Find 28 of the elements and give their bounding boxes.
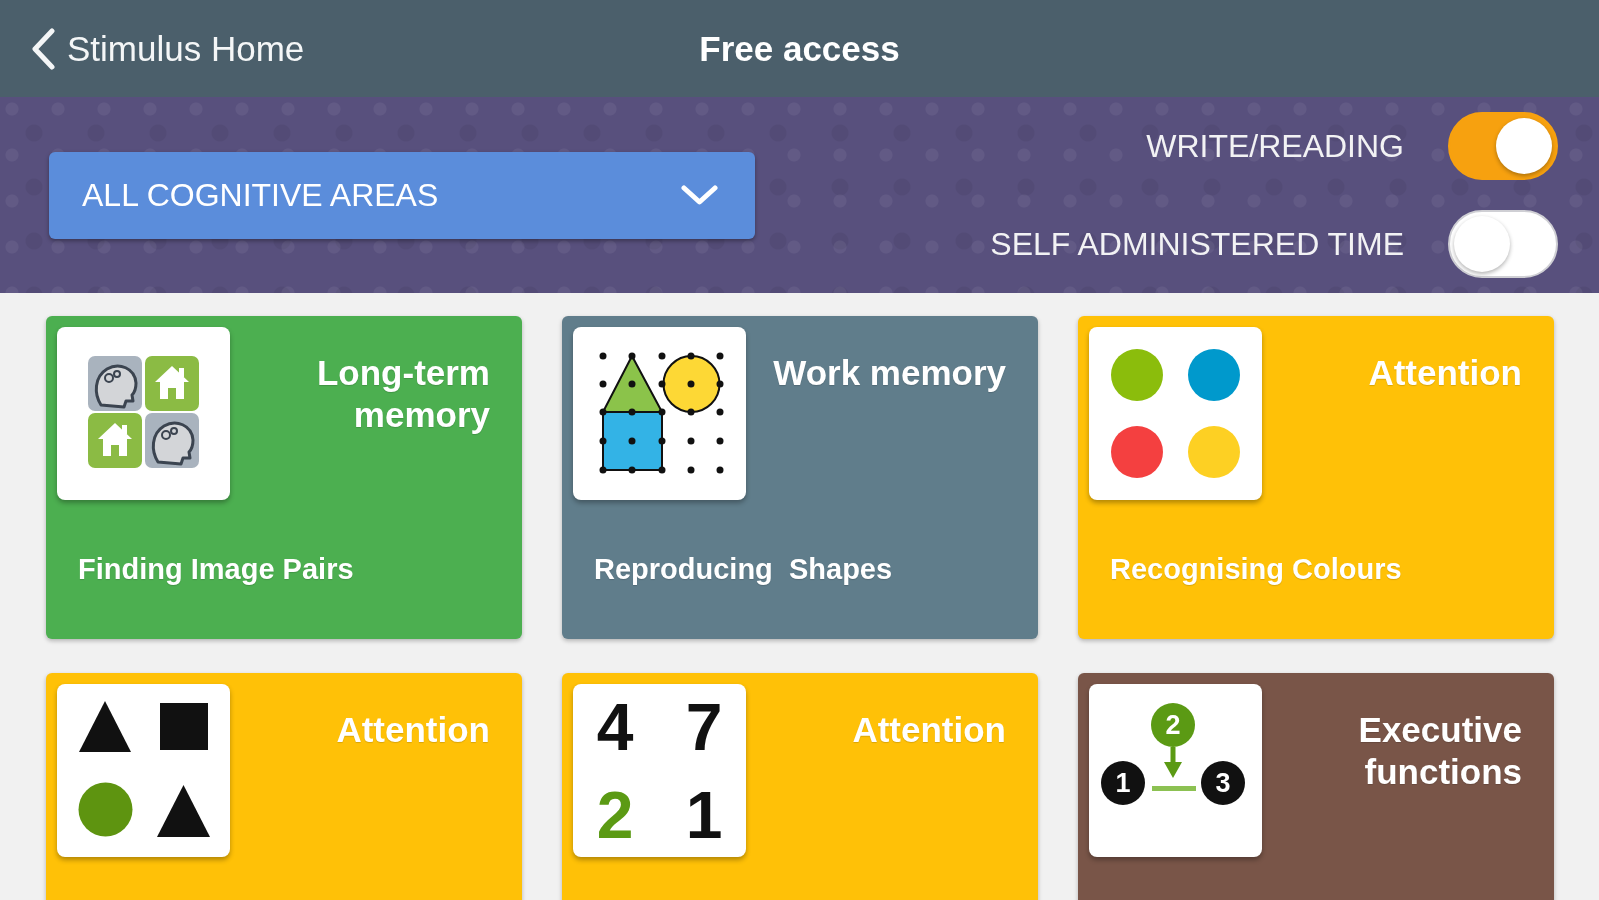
category-label: Executive functions bbox=[1357, 709, 1522, 793]
category-label: Attention bbox=[336, 709, 490, 751]
chevron-left-icon bbox=[31, 27, 56, 70]
category-label: Attention bbox=[852, 709, 1006, 751]
activity-card[interactable]: Work memory Reproducing Shapes bbox=[562, 316, 1038, 639]
numbered-node: 2 bbox=[1151, 703, 1195, 747]
activity-card[interactable]: Long-term memory Finding Image Pairs bbox=[46, 316, 522, 639]
digit-text: 4 bbox=[595, 688, 635, 766]
activity-card[interactable]: 1 2 3 Executive functions bbox=[1078, 673, 1554, 900]
digit-text: 7 bbox=[684, 688, 724, 766]
activity-card[interactable]: 4 7 2 1 Attention bbox=[562, 673, 1038, 900]
back-button[interactable]: Stimulus Home bbox=[31, 27, 305, 70]
numbered-node: 3 bbox=[1201, 761, 1245, 805]
category-label: Long-term memory bbox=[315, 352, 490, 436]
category-label: Work memory bbox=[773, 352, 1006, 394]
digit-text: 2 bbox=[595, 776, 635, 854]
numbered-node: 1 bbox=[1101, 761, 1145, 805]
page-title: Free access bbox=[699, 28, 900, 69]
toggle-label: WRITE/READING bbox=[1146, 127, 1404, 165]
down-arrow-icon bbox=[1163, 747, 1183, 778]
category-label: Attention bbox=[1368, 352, 1522, 394]
activity-title: Finding Image Pairs bbox=[78, 552, 354, 587]
activity-title: Reproducing Shapes bbox=[594, 552, 893, 587]
chevron-down-icon bbox=[681, 184, 718, 206]
category-dropdown[interactable]: ALL COGNITIVE AREAS bbox=[49, 151, 755, 239]
digit-text: 1 bbox=[684, 776, 724, 854]
toggle-label: SELF ADMINISTERED TIME bbox=[990, 225, 1404, 263]
activity-title: Recognising Colours bbox=[1110, 552, 1402, 587]
